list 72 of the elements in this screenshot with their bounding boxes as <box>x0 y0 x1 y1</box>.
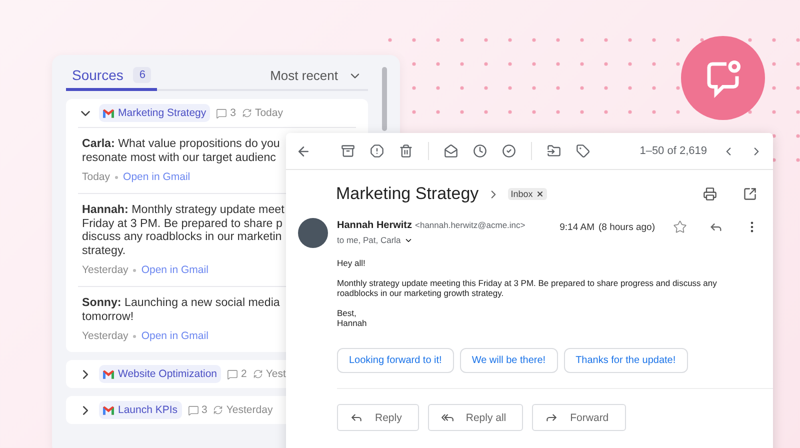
sync-icon <box>213 405 224 415</box>
message-date: Yesterday <box>82 264 128 276</box>
comment-icon <box>216 108 228 118</box>
new-window-icon[interactable] <box>743 187 757 201</box>
count-badge: 6 <box>133 67 152 83</box>
avatar <box>298 218 328 248</box>
source-title: Launch KPIs <box>118 404 178 416</box>
comment-count: 3 <box>230 107 236 119</box>
message-date: Today <box>82 171 110 183</box>
comment-icon <box>227 368 238 380</box>
reply-all-button[interactable]: Reply all <box>428 404 524 431</box>
sync-icon <box>242 108 252 118</box>
sources-tab[interactable]: Sources 6 <box>66 67 158 91</box>
open-link[interactable]: Open in Gmail <box>141 330 208 342</box>
mail-logo-icon <box>103 406 114 414</box>
email-subject: Marketing Strategy <box>336 184 479 204</box>
archive-icon[interactable] <box>341 144 355 158</box>
alert-icon[interactable] <box>370 144 384 158</box>
comment-count: 3 <box>202 404 208 416</box>
sort-dropdown[interactable]: Most recent <box>270 68 362 89</box>
sender-name: Hannah Herwitz <box>337 220 412 231</box>
tag-icon[interactable] <box>576 144 590 158</box>
separator-dot <box>133 268 136 272</box>
open-link[interactable]: Open in Gmail <box>123 171 190 183</box>
email-body-text: Monthly strategy update meeting this Friday at 3 PM. Be prepared to share progress and discuss any roadblocks in our marketing growth strategy. <box>337 278 718 298</box>
email-time: 9:14 AM <box>560 222 594 232</box>
label-chip[interactable]: Inbox <box>508 188 547 200</box>
scrollbar-thumb[interactable] <box>382 67 387 131</box>
message-preview: Hannah: Monthly strategy update meet Friday at 3 PM. Be prepared to share p discuss any roadblocks in our marketin strategy. <box>82 203 286 257</box>
mail-logo-icon <box>103 370 114 378</box>
reply-all-arrow-icon <box>440 411 454 424</box>
updated-date: Yesterday <box>226 404 273 416</box>
message-preview: Sonny: Launching a new social media tomorrow! <box>82 296 281 323</box>
back-icon[interactable] <box>296 144 311 158</box>
email-age: (8 hours ago) <box>598 222 655 232</box>
mail-logo-icon <box>103 108 114 118</box>
updated-date: Today <box>254 107 283 119</box>
smart-reply-chip[interactable]: We will be there! <box>460 348 558 373</box>
sender-email: <hannah.herwitz@acme.inc> <box>415 220 526 230</box>
forward-button[interactable]: Forward <box>532 404 626 431</box>
email-body-text: Best, <box>337 308 358 318</box>
message-preview: Carla: What value propositions do you resonate most with our target audienc <box>82 137 281 164</box>
source-title: Website Optimization <box>118 368 218 380</box>
close-icon <box>536 190 544 198</box>
sync-icon <box>252 369 263 379</box>
source-tag[interactable]: Website Optimization <box>99 365 222 383</box>
open-envelope-icon[interactable] <box>444 144 458 158</box>
page-counter: 1–50 of 2,619 <box>640 145 707 157</box>
separator-dot <box>133 334 136 338</box>
smart-reply-chip[interactable]: Looking forward to it! <box>337 348 454 373</box>
message-date: Yesterday <box>82 330 128 342</box>
smart-reply-chip[interactable]: Thanks for the update! <box>564 348 688 373</box>
print-icon[interactable] <box>703 187 717 201</box>
email-body-text: Hey all! <box>337 258 366 268</box>
recipients: to me, Pat, Carla <box>337 235 401 245</box>
comment-count: 2 <box>241 368 247 380</box>
reply-button[interactable]: Reply <box>337 404 419 431</box>
source-tag[interactable]: Launch KPIs <box>99 401 182 419</box>
folder-icon[interactable] <box>547 144 561 158</box>
email-body-text: Hannah <box>337 318 368 328</box>
clock-icon[interactable] <box>473 144 487 158</box>
check-circle-icon[interactable] <box>502 144 516 158</box>
source-title: Marketing Strategy <box>118 107 206 119</box>
trash-icon[interactable] <box>399 144 413 158</box>
reply-arrow-icon <box>350 411 363 424</box>
star-icon[interactable] <box>673 220 687 234</box>
comment-icon <box>188 404 199 416</box>
source-tag[interactable]: Marketing Strategy <box>99 104 210 122</box>
open-link[interactable]: Open in Gmail <box>141 264 208 276</box>
updated-date: Yest <box>266 368 286 380</box>
separator-dot <box>115 176 118 178</box>
forward-arrow-icon <box>545 411 558 424</box>
